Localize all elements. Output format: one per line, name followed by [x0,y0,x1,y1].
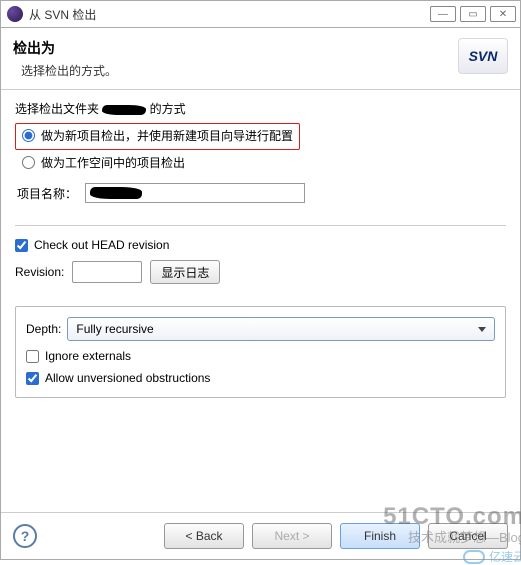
allow-unversioned-label: Allow unversioned obstructions [45,371,210,385]
wizard-content: 选择检出文件夹 的方式 做为新项目检出，并使用新建项目向导进行配置 做为工作空间… [1,90,520,512]
banner-title: 检出为 [13,38,117,58]
radio-new-project-label: 做为新项目检出，并使用新建项目向导进行配置 [41,127,293,144]
radio-new-project[interactable]: 做为新项目检出，并使用新建项目向导进行配置 [22,127,293,144]
depth-panel: Depth: Fully recursive Ignore externals … [15,306,506,398]
radio-workspace-project[interactable]: 做为工作空间中的项目检出 [15,154,506,171]
checkout-head-label: Check out HEAD revision [34,238,169,252]
finish-button[interactable]: Finish [340,523,420,549]
window-buttons: — ▭ ✕ [430,6,516,22]
cancel-button[interactable]: Cancel [428,523,508,549]
close-button[interactable]: ✕ [490,6,516,22]
depth-select[interactable]: Fully recursive [67,317,495,341]
project-name-input[interactable] [85,183,305,203]
help-button[interactable]: ? [13,524,37,548]
ignore-externals-checkbox[interactable] [26,350,39,363]
window-body: 检出为 选择检出的方式。 SVN 选择检出文件夹 的方式 做为新项目检出，并使用… [0,28,521,560]
show-log-button[interactable]: 显示日志 [150,260,220,284]
next-button[interactable]: Next > [252,523,332,549]
method-label-suffix: 的方式 [146,102,185,116]
radio-workspace-label: 做为工作空间中的项目检出 [41,154,185,171]
checkout-head-row[interactable]: Check out HEAD revision [15,238,506,252]
project-name-label: 项目名称： [17,185,77,202]
titlebar: 从 SVN 检出 — ▭ ✕ [0,0,521,28]
maximize-button[interactable]: ▭ [460,6,486,22]
depth-label: Depth: [26,322,61,336]
radio-new-project-input[interactable] [22,129,35,142]
redacted-project-name [90,187,142,199]
revision-row: Revision: 显示日志 [15,260,506,284]
method-label-prefix: 选择检出文件夹 [15,102,102,116]
depth-row: Depth: Fully recursive [26,317,495,341]
banner-subtitle: 选择检出的方式。 [13,62,117,79]
separator [15,225,506,226]
revision-input[interactable] [72,261,142,283]
checkout-head-checkbox[interactable] [15,239,28,252]
project-name-row: 项目名称： [17,183,504,203]
radio-workspace-input[interactable] [22,156,35,169]
allow-unversioned-row[interactable]: Allow unversioned obstructions [26,371,495,385]
highlighted-radio-frame: 做为新项目检出，并使用新建项目向导进行配置 [15,123,300,150]
allow-unversioned-checkbox[interactable] [26,372,39,385]
minimize-button[interactable]: — [430,6,456,22]
eclipse-icon [7,6,23,22]
depth-select-value: Fully recursive [76,322,153,336]
method-group-label: 选择检出文件夹 的方式 [15,100,506,117]
back-button[interactable]: < Back [164,523,244,549]
wizard-banner: 检出为 选择检出的方式。 SVN [1,28,520,83]
wizard-footer: ? < Back Next > Finish Cancel [1,512,520,559]
ignore-externals-label: Ignore externals [45,349,131,363]
window-title: 从 SVN 检出 [29,6,430,23]
redacted-folder-name [102,105,146,115]
ignore-externals-row[interactable]: Ignore externals [26,349,495,363]
svn-logo-icon: SVN [458,38,508,74]
revision-label: Revision: [15,265,64,279]
